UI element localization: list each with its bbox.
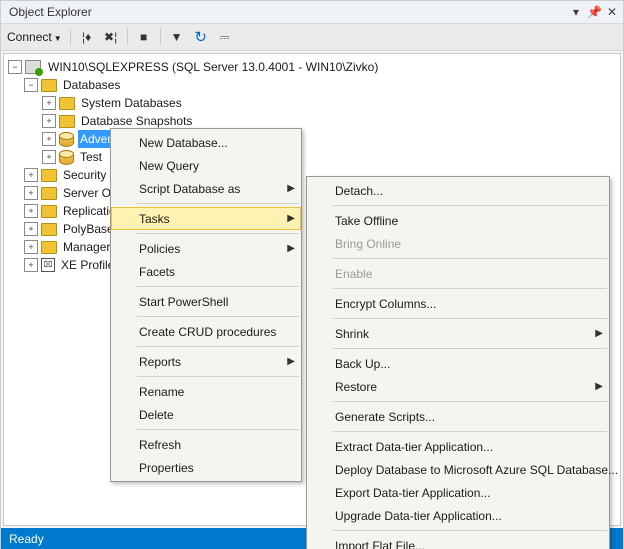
stop-icon[interactable]: ■ (136, 29, 152, 45)
submenu-arrow-icon: ▶ (287, 356, 295, 367)
menu-export-dtapp[interactable]: Export Data-tier Application... (307, 481, 609, 504)
menu-shrink[interactable]: Shrink▶ (307, 322, 609, 345)
menu-policies[interactable]: Policies▶ (111, 237, 301, 260)
menu-separator (333, 348, 607, 349)
toolbar-separator (127, 29, 128, 45)
toolbar-separator (70, 29, 71, 45)
test-db-node[interactable]: +Test (4, 148, 620, 166)
menu-separator (333, 401, 607, 402)
panel-title: Object Explorer (9, 5, 569, 19)
menu-tasks[interactable]: Tasks▶ (111, 207, 301, 230)
submenu-arrow-icon: ▶ (595, 381, 603, 392)
submenu-arrow-icon: ▶ (595, 328, 603, 339)
menu-delete[interactable]: Delete (111, 403, 301, 426)
menu-start-powershell[interactable]: Start PowerShell (111, 290, 301, 313)
menu-separator (333, 205, 607, 206)
menu-reports[interactable]: Reports▶ (111, 350, 301, 373)
submenu-arrow-icon: ▶ (287, 243, 295, 254)
menu-separator (333, 530, 607, 531)
menu-generate-scripts[interactable]: Generate Scripts... (307, 405, 609, 428)
submenu-arrow-icon: ▶ (287, 183, 295, 194)
menu-rename[interactable]: Rename (111, 380, 301, 403)
adventureworks-node[interactable]: +AdventureWorks2014 (4, 130, 620, 148)
menu-backup[interactable]: Back Up... (307, 352, 609, 375)
menu-separator (137, 233, 299, 234)
menu-take-offline[interactable]: Take Offline (307, 209, 609, 232)
tasks-submenu: Detach... Take Offline Bring Online Enab… (306, 176, 610, 549)
databases-node[interactable]: −Databases (4, 76, 620, 94)
menu-encrypt-columns[interactable]: Encrypt Columns... (307, 292, 609, 315)
title-bar-controls: ▾ 📌 ✕ (569, 5, 619, 19)
menu-enable: Enable (307, 262, 609, 285)
submenu-arrow-icon: ▶ (287, 213, 295, 224)
window-position-icon[interactable]: ▾ (569, 5, 583, 19)
menu-properties[interactable]: Properties (111, 456, 301, 479)
menu-separator (137, 203, 299, 204)
menu-import-flat[interactable]: Import Flat File... (307, 534, 609, 549)
system-databases-node[interactable]: +System Databases (4, 94, 620, 112)
menu-detach[interactable]: Detach... (307, 179, 609, 202)
menu-facets[interactable]: Facets (111, 260, 301, 283)
disconnect-icon[interactable]: ✖¦ (103, 29, 119, 45)
menu-separator (333, 318, 607, 319)
menu-separator (333, 288, 607, 289)
menu-separator (333, 258, 607, 259)
menu-new-query[interactable]: New Query (111, 154, 301, 177)
toolbar-separator (160, 29, 161, 45)
activity-icon[interactable]: ⎓ (217, 29, 233, 45)
menu-bring-online: Bring Online (307, 232, 609, 255)
server-node[interactable]: −WIN10\SQLEXPRESS (SQL Server 13.0.4001 … (4, 58, 620, 76)
menu-separator (137, 376, 299, 377)
close-icon[interactable]: ✕ (605, 5, 619, 19)
menu-restore[interactable]: Restore▶ (307, 375, 609, 398)
menu-separator (333, 431, 607, 432)
filter-icon[interactable]: ▼ (169, 29, 185, 45)
pin-icon[interactable]: 📌 (587, 5, 601, 19)
menu-deploy-azure[interactable]: Deploy Database to Microsoft Azure SQL D… (307, 458, 609, 481)
connect-dropdown[interactable]: Connect▼ (7, 30, 62, 44)
menu-extract-dtapp[interactable]: Extract Data-tier Application... (307, 435, 609, 458)
menu-script-database[interactable]: Script Database as▶ (111, 177, 301, 200)
toolbar: Connect▼ ¦♦ ✖¦ ■ ▼ ↻ ⎓ (1, 24, 623, 51)
menu-crud[interactable]: Create CRUD procedures (111, 320, 301, 343)
panel-title-bar: Object Explorer ▾ 📌 ✕ (1, 1, 623, 24)
connect-icon[interactable]: ¦♦ (79, 29, 95, 45)
menu-refresh[interactable]: Refresh (111, 433, 301, 456)
database-context-menu: New Database... New Query Script Databas… (110, 128, 302, 482)
menu-upgrade-dtapp[interactable]: Upgrade Data-tier Application... (307, 504, 609, 527)
menu-separator (137, 316, 299, 317)
menu-new-database[interactable]: New Database... (111, 131, 301, 154)
refresh-icon[interactable]: ↻ (193, 29, 209, 45)
menu-separator (137, 346, 299, 347)
menu-separator (137, 429, 299, 430)
snapshots-node[interactable]: +Database Snapshots (4, 112, 620, 130)
menu-separator (137, 286, 299, 287)
